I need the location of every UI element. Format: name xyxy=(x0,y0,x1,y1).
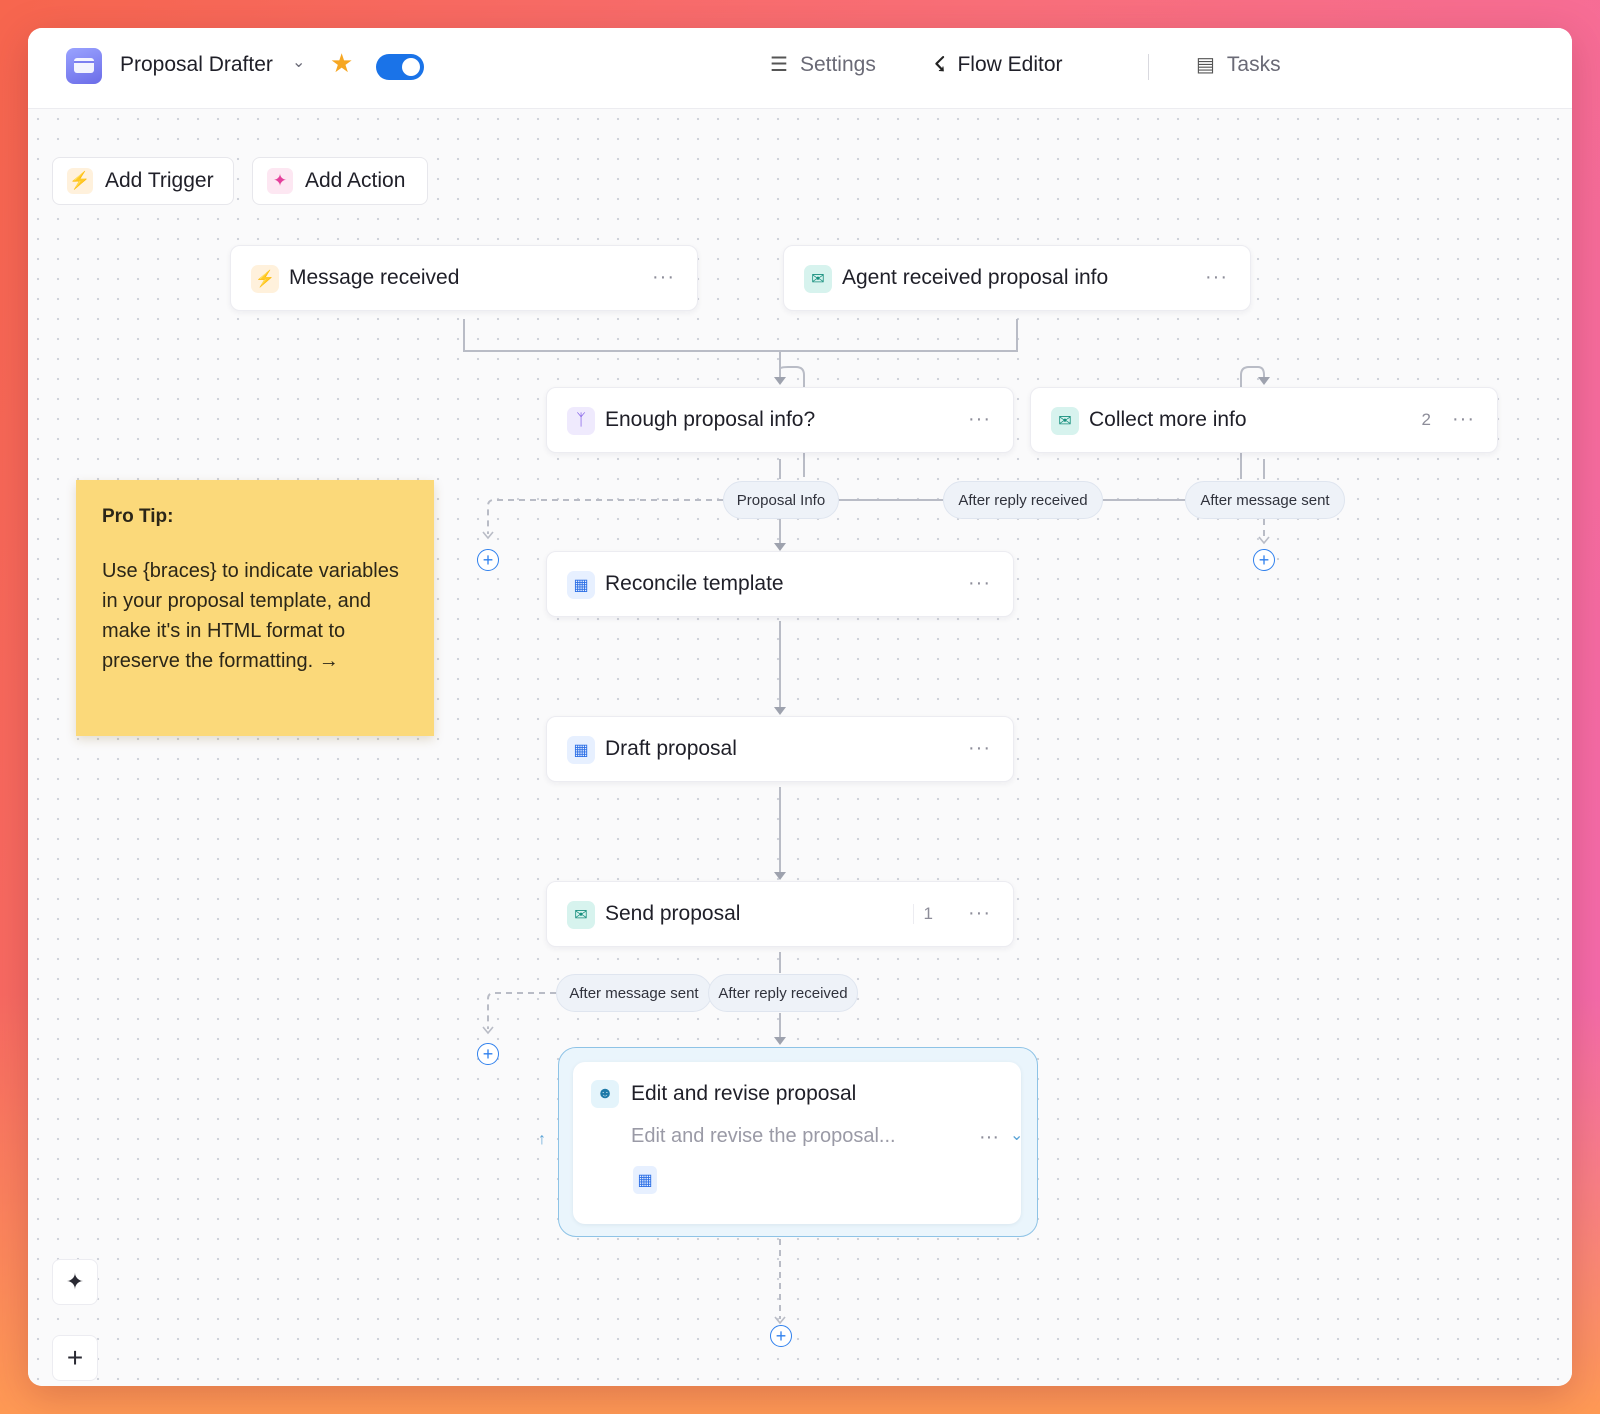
run-count: 2 xyxy=(1421,410,1431,429)
more-icon[interactable]: ··· xyxy=(652,266,675,289)
sparkle-icon: ✦ xyxy=(267,168,293,194)
plus-icon: + xyxy=(66,1342,84,1373)
node-title: Collect more info xyxy=(1089,408,1247,431)
node-draft-proposal[interactable]: ▦ Draft proposal ··· xyxy=(546,716,1014,782)
clipboard-icon: ▤ xyxy=(1196,54,1215,76)
add-action-button[interactable]: ✦ Add Action xyxy=(252,157,428,205)
zoom-in-button[interactable]: + xyxy=(52,1335,98,1381)
document-icon: ▦ xyxy=(567,571,595,599)
agent-bot-icon: ☻ xyxy=(591,1080,619,1108)
branch-after-message-sent[interactable]: After message sent xyxy=(556,974,712,1012)
flow-icon: ☇ xyxy=(934,54,946,76)
more-icon[interactable]: ··· xyxy=(968,572,991,595)
node-title: Reconcile template xyxy=(605,572,784,595)
add-trigger-label: Add Trigger xyxy=(105,169,214,192)
node-title: Message received xyxy=(289,266,460,289)
tab-tasks-label: Tasks xyxy=(1226,52,1281,76)
chat-icon: ✉ xyxy=(1051,407,1079,435)
node-title: Draft proposal xyxy=(605,737,737,760)
document-icon[interactable]: ▦ xyxy=(633,1166,657,1194)
more-icon[interactable]: ··· xyxy=(979,1126,999,1149)
bolt-icon: ⚡ xyxy=(67,168,93,194)
node-card[interactable]: ☻ Edit and revise proposal Edit and revi… xyxy=(573,1062,1021,1224)
nav-divider xyxy=(1148,54,1149,80)
app-title[interactable]: Proposal Drafter xyxy=(120,53,273,77)
sliders-icon: ☰ xyxy=(770,54,788,76)
tab-settings[interactable]: ☰ Settings xyxy=(770,52,876,77)
node-enough-proposal-info[interactable]: ᛉ Enough proposal info? ··· xyxy=(546,387,1014,453)
star-icon[interactable]: ★ xyxy=(330,48,353,79)
node-agent-received-proposal-info[interactable]: ✉ Agent received proposal info ··· xyxy=(783,245,1251,311)
tab-settings-label: Settings xyxy=(799,52,876,76)
branch-icon: ᛉ xyxy=(567,407,595,435)
node-send-proposal[interactable]: ✉ Send proposal 1 ··· xyxy=(546,881,1014,947)
node-title: Agent received proposal info xyxy=(842,266,1109,289)
add-action-label: Add Action xyxy=(305,169,406,192)
add-trigger-button[interactable]: ⚡ Add Trigger xyxy=(52,157,234,205)
more-icon[interactable]: ··· xyxy=(1452,408,1475,431)
tab-flow-editor-label: Flow Editor xyxy=(957,52,1063,76)
node-collect-more-info[interactable]: ✉ Collect more info 2 ··· xyxy=(1030,387,1498,453)
node-title: Enough proposal info? xyxy=(605,408,816,431)
node-subtitle: Edit and revise the proposal... xyxy=(631,1125,896,1147)
enabled-toggle[interactable] xyxy=(376,54,424,80)
chat-icon: ✉ xyxy=(567,901,595,929)
more-icon[interactable]: ··· xyxy=(968,737,991,760)
app-window: Proposal Drafter ⌄ ★ ☰ Settings ☇ Flow E… xyxy=(28,28,1572,1386)
branch-after-reply-received[interactable]: After reply received xyxy=(708,974,858,1012)
magic-wand-icon: ✦ xyxy=(65,1269,85,1294)
pro-tip-body: Use {braces} to indicate variables in yo… xyxy=(102,560,399,672)
plus-circle-icon[interactable]: + xyxy=(477,1043,499,1065)
pro-tip-title: Pro Tip: xyxy=(102,506,174,527)
flow-canvas[interactable]: ⚡ Add Trigger ✦ Add Action ⚡ Message rec… xyxy=(28,109,1572,1386)
more-icon[interactable]: ··· xyxy=(968,408,991,431)
tab-tasks[interactable]: ▤ Tasks xyxy=(1196,52,1281,77)
branch-proposal-info[interactable]: Proposal Info xyxy=(723,481,839,519)
arrow-up-icon: ↑ xyxy=(538,1131,546,1148)
more-icon[interactable]: ··· xyxy=(1205,266,1228,289)
top-bar: Proposal Drafter ⌄ ★ ☰ Settings ☇ Flow E… xyxy=(28,28,1572,109)
branch-after-reply-received[interactable]: After reply received xyxy=(943,481,1103,519)
document-icon: ▦ xyxy=(567,736,595,764)
pro-tip-note[interactable]: Pro Tip: Use {braces} to indicate variab… xyxy=(76,480,434,736)
plus-circle-icon[interactable]: + xyxy=(770,1325,792,1347)
node-title: Edit and revise proposal xyxy=(631,1082,857,1105)
chevron-down-icon: ⌄ xyxy=(1010,1127,1024,1144)
plus-circle-icon[interactable]: + xyxy=(477,549,499,571)
app-window-icon xyxy=(66,48,102,84)
auto-layout-button[interactable]: ✦ xyxy=(52,1259,98,1305)
chat-trigger-icon: ✉ xyxy=(804,265,832,293)
bolt-icon: ⚡ xyxy=(251,265,279,293)
tab-flow-editor[interactable]: ☇ Flow Editor xyxy=(934,52,1063,77)
node-message-received[interactable]: ⚡ Message received ··· xyxy=(230,245,698,311)
chevron-down-icon[interactable]: ⌄ xyxy=(292,52,305,72)
node-edit-and-revise-proposal[interactable]: ☻ Edit and revise proposal Edit and revi… xyxy=(558,1047,1038,1237)
run-count: 1 xyxy=(912,904,933,924)
plus-circle-icon[interactable]: + xyxy=(1253,549,1275,571)
more-icon[interactable]: ··· xyxy=(968,902,991,925)
branch-after-message-sent[interactable]: After message sent xyxy=(1185,481,1345,519)
node-reconcile-template[interactable]: ▦ Reconcile template ··· xyxy=(546,551,1014,617)
node-title: Send proposal xyxy=(605,902,741,925)
